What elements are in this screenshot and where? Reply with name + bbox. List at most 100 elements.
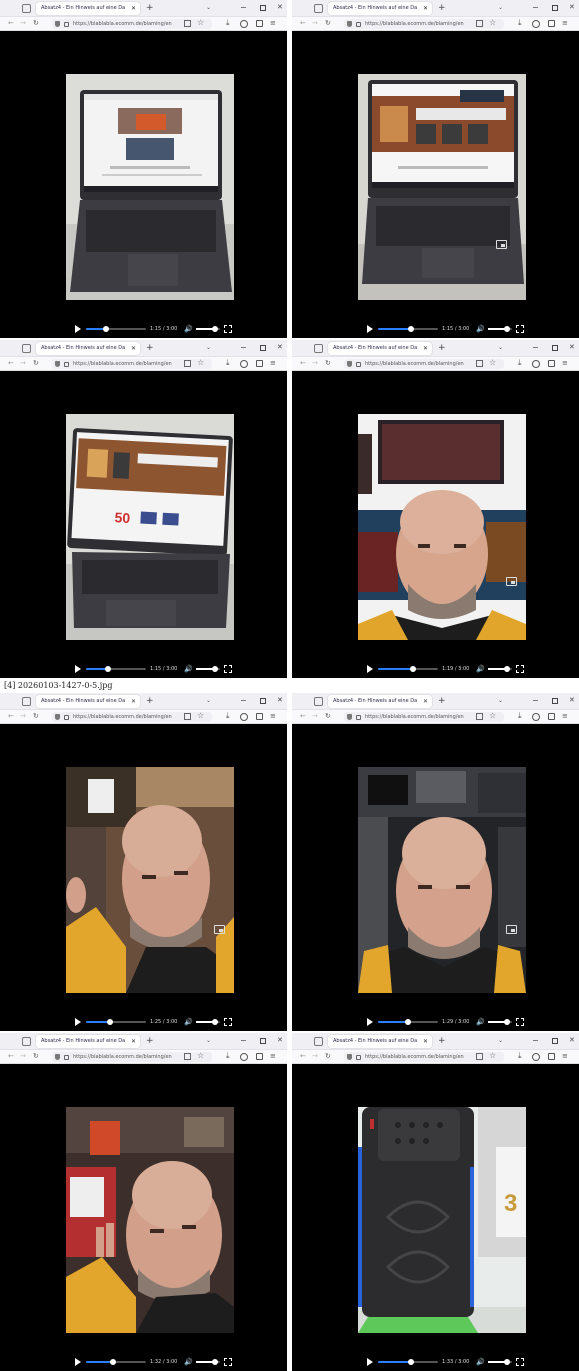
reload-icon[interactable]: ↻ xyxy=(325,358,331,369)
minimize-icon[interactable]: − xyxy=(532,2,539,13)
account-icon[interactable] xyxy=(240,360,248,368)
maximize-icon[interactable] xyxy=(552,5,558,11)
video-frame[interactable] xyxy=(66,74,234,300)
shield-icon[interactable] xyxy=(55,714,60,720)
progress-bar[interactable] xyxy=(378,1359,438,1365)
picture-in-picture-icon[interactable] xyxy=(506,925,517,934)
reload-icon[interactable]: ↻ xyxy=(33,711,39,722)
account-icon[interactable] xyxy=(240,20,248,28)
close-window-icon[interactable]: ✕ xyxy=(569,2,575,13)
download-icon[interactable]: ⤓ xyxy=(518,710,522,722)
fullscreen-icon[interactable] xyxy=(516,1018,524,1026)
close-window-icon[interactable]: ✕ xyxy=(569,1035,575,1046)
play-icon[interactable] xyxy=(367,1018,373,1026)
bookmark-star-icon[interactable]: ☆ xyxy=(489,711,496,721)
reload-icon[interactable]: ↻ xyxy=(325,711,331,722)
fullscreen-icon[interactable] xyxy=(224,665,232,673)
volume-thumb[interactable] xyxy=(212,326,219,332)
browser-tab[interactable]: Absatz4 - Ein Hinweis auf eine Datei ✕ xyxy=(36,342,140,355)
volume-thumb[interactable] xyxy=(504,1359,511,1365)
chevron-down-icon[interactable]: ⌄ xyxy=(498,343,503,353)
progress-thumb[interactable] xyxy=(102,326,109,332)
play-icon[interactable] xyxy=(367,1358,373,1366)
forward-arrow-icon[interactable]: → xyxy=(312,711,318,722)
new-tab-icon[interactable]: + xyxy=(146,342,154,354)
progress-bar[interactable] xyxy=(378,326,438,332)
maximize-icon[interactable] xyxy=(552,345,558,351)
maximize-icon[interactable] xyxy=(552,1038,558,1044)
menu-icon[interactable]: ≡ xyxy=(562,358,568,369)
menu-icon[interactable]: ≡ xyxy=(270,1051,276,1062)
progress-thumb[interactable] xyxy=(409,666,416,672)
account-icon[interactable] xyxy=(532,713,540,721)
close-tab-icon[interactable]: ✕ xyxy=(131,4,136,13)
bookmark-star-icon[interactable]: ☆ xyxy=(197,18,204,28)
download-icon[interactable]: ⤓ xyxy=(226,17,230,29)
close-tab-icon[interactable]: ✕ xyxy=(131,697,136,706)
fullscreen-icon[interactable] xyxy=(516,325,524,333)
volume-thumb[interactable] xyxy=(212,666,219,672)
reader-view-icon[interactable] xyxy=(476,713,483,720)
progress-thumb[interactable] xyxy=(408,326,414,332)
volume-icon[interactable]: 🔊 xyxy=(184,1017,193,1027)
menu-icon[interactable]: ≡ xyxy=(562,1051,568,1062)
forward-arrow-icon[interactable]: → xyxy=(20,358,26,369)
forward-arrow-icon[interactable]: → xyxy=(312,18,318,29)
url-text[interactable]: https://blablabla.ecomm.de/blaming/en xyxy=(73,20,177,28)
url-text[interactable]: https://blablabla.ecomm.de/blaming/en xyxy=(365,1053,469,1061)
fullscreen-icon[interactable] xyxy=(516,1358,524,1366)
browser-tab[interactable]: Absatz4 - Ein Hinweis auf eine Datei ✕ xyxy=(328,342,432,355)
tab-overview-icon[interactable] xyxy=(314,697,323,706)
url-bar[interactable]: https://blablabla.ecomm.de/blaming/en ☆ xyxy=(52,1051,212,1062)
maximize-icon[interactable] xyxy=(552,698,558,704)
minimize-icon[interactable]: − xyxy=(240,2,247,13)
url-text[interactable]: https://blablabla.ecomm.de/blaming/en xyxy=(365,360,469,368)
reload-icon[interactable]: ↻ xyxy=(325,1051,331,1062)
reload-icon[interactable]: ↻ xyxy=(325,18,331,29)
bookmark-star-icon[interactable]: ☆ xyxy=(489,18,496,28)
new-tab-icon[interactable]: + xyxy=(438,342,446,354)
minimize-icon[interactable]: − xyxy=(532,1035,539,1046)
url-bar[interactable]: https://blablabla.ecomm.de/blaming/en ☆ xyxy=(344,358,504,369)
volume-slider[interactable] xyxy=(196,1359,220,1365)
video-frame[interactable] xyxy=(358,767,526,993)
progress-bar[interactable] xyxy=(86,1359,146,1365)
browser-tab[interactable]: Absatz4 - Ein Hinweis auf eine Datei ✕ xyxy=(328,695,432,708)
lock-icon[interactable] xyxy=(356,22,361,27)
back-arrow-icon[interactable]: ← xyxy=(8,711,14,722)
fullscreen-icon[interactable] xyxy=(516,665,524,673)
lock-icon[interactable] xyxy=(64,715,69,720)
back-arrow-icon[interactable]: ← xyxy=(300,18,306,29)
volume-icon[interactable]: 🔊 xyxy=(476,1017,485,1027)
new-tab-icon[interactable]: + xyxy=(146,2,154,14)
close-window-icon[interactable]: ✕ xyxy=(569,342,575,353)
video-frame[interactable] xyxy=(358,74,526,300)
url-text[interactable]: https://blablabla.ecomm.de/blaming/en xyxy=(73,1053,177,1061)
url-bar[interactable]: https://blablabla.ecomm.de/blaming/en ☆ xyxy=(52,358,212,369)
download-icon[interactable]: ⤓ xyxy=(518,357,522,369)
picture-in-picture-icon[interactable] xyxy=(496,240,507,249)
lock-icon[interactable] xyxy=(356,1055,361,1060)
chevron-down-icon[interactable]: ⌄ xyxy=(498,696,503,706)
reader-view-icon[interactable] xyxy=(184,1053,191,1060)
volume-thumb[interactable] xyxy=(504,666,511,672)
menu-icon[interactable]: ≡ xyxy=(270,18,276,29)
video-frame[interactable]: 50 xyxy=(66,414,234,640)
back-arrow-icon[interactable]: ← xyxy=(8,18,14,29)
shield-icon[interactable] xyxy=(55,21,60,27)
progress-bar[interactable] xyxy=(86,1019,146,1025)
extensions-icon[interactable] xyxy=(548,20,555,27)
picture-in-picture-icon[interactable] xyxy=(214,925,225,934)
volume-slider[interactable] xyxy=(196,666,220,672)
lock-icon[interactable] xyxy=(356,362,361,367)
bookmark-star-icon[interactable]: ☆ xyxy=(489,1051,496,1061)
reader-view-icon[interactable] xyxy=(476,20,483,27)
chevron-down-icon[interactable]: ⌄ xyxy=(206,343,211,353)
forward-arrow-icon[interactable]: → xyxy=(20,18,26,29)
progress-thumb[interactable] xyxy=(107,1019,113,1025)
tab-overview-icon[interactable] xyxy=(22,1037,31,1046)
new-tab-icon[interactable]: + xyxy=(146,1035,154,1047)
new-tab-icon[interactable]: + xyxy=(438,1035,446,1047)
account-icon[interactable] xyxy=(532,20,540,28)
lock-icon[interactable] xyxy=(64,362,69,367)
